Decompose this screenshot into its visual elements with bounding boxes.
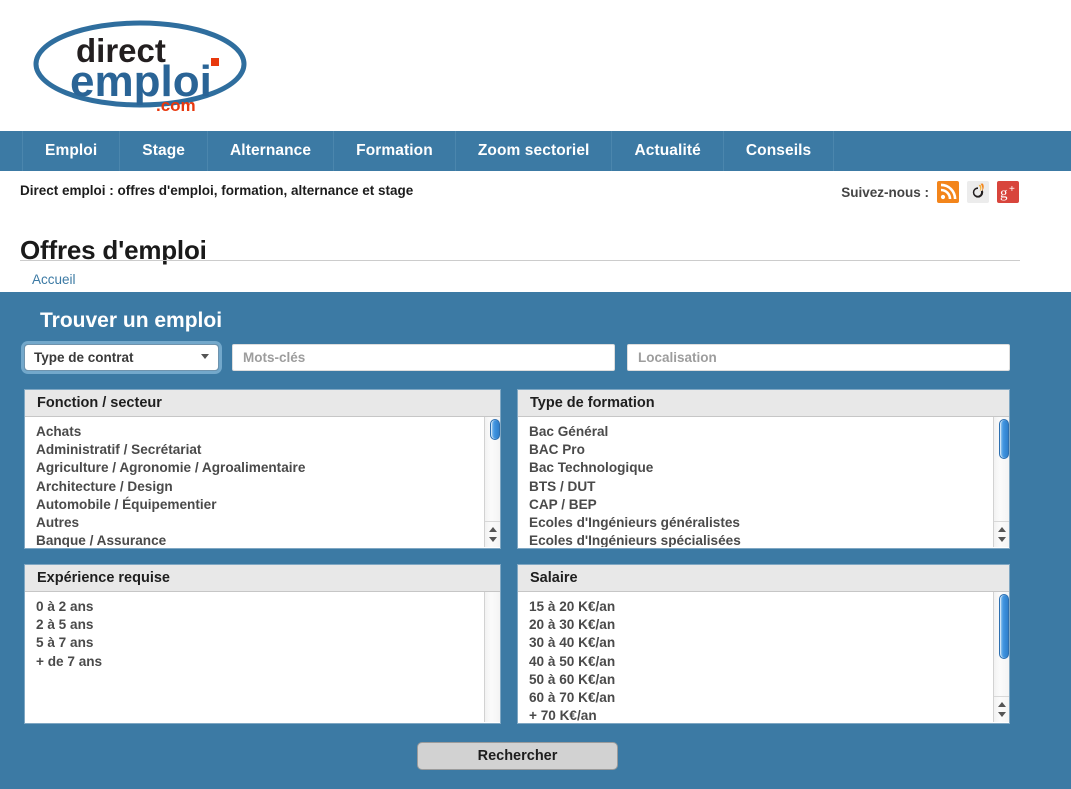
filter-box-body: 0 à 2 ans 2 à 5 ans 5 à 7 ans + de 7 ans (25, 592, 500, 722)
rss-icon[interactable] (937, 181, 959, 203)
list-option[interactable]: 2 à 5 ans (36, 616, 482, 634)
scrollbar-buttons[interactable] (485, 521, 500, 547)
nav-item-alternance[interactable]: Alternance (208, 131, 335, 171)
filter-box-fonction-secteur: Fonction / secteur Achats Administratif /… (24, 389, 501, 549)
list-option[interactable]: CAP / BEP (529, 496, 991, 514)
contract-type-select-wrapper: Type de contratCDICDDStageAlternanceInté… (24, 344, 219, 371)
scroll-up-arrow-icon[interactable] (488, 527, 497, 532)
nav-item-stage[interactable]: Stage (120, 131, 208, 171)
option-list-type-de-formation[interactable]: Bac Général BAC Pro Bac Technologique BTS /… (518, 423, 991, 547)
scroll-up-arrow-icon[interactable] (997, 527, 1006, 532)
filter-box-experience-requise: Expérience requise 0 à 2 ans 2 à 5 ans 5 à… (24, 564, 501, 724)
google-plus-icon[interactable]: g + (997, 181, 1019, 203)
main-navigation: Emploi Stage Alternance Formation Zoom s… (0, 131, 1071, 171)
nav-item-actualite[interactable]: Actualité (612, 131, 724, 171)
list-option[interactable]: BAC Pro (529, 441, 991, 459)
svg-text:+: + (1009, 184, 1015, 195)
scrollbar-buttons[interactable] (994, 521, 1009, 547)
nav-item-conseils[interactable]: Conseils (724, 131, 835, 171)
site-header: direct emploi .com (0, 0, 1071, 131)
option-list-experience-requise[interactable]: 0 à 2 ans 2 à 5 ans 5 à 7 ans + de 7 ans (25, 598, 482, 671)
scrollbar-buttons[interactable] (994, 696, 1009, 722)
logo-tld: .com (156, 96, 196, 114)
filter-box-title: Type de formation (518, 390, 1009, 417)
option-list-fonction-secteur[interactable]: Achats Administratif / Secrétariat Agricul… (25, 423, 482, 547)
search-panel-heading: Trouver un emploi (40, 309, 223, 332)
svg-text:g: g (1000, 186, 1008, 202)
scrollbar-experience-requise[interactable] (484, 592, 500, 722)
list-option[interactable]: Achats (36, 423, 482, 441)
scrollbar-track[interactable] (996, 417, 1009, 521)
filter-box-salaire: Salaire 15 à 20 K€/an 20 à 30 K€/an 30 à 4… (517, 564, 1010, 724)
list-option[interactable]: 20 à 30 K€/an (529, 616, 991, 634)
list-option[interactable]: + 70 K€/an (529, 707, 991, 722)
site-tagline: Direct emploi : offres d'emploi, formati… (20, 183, 414, 198)
viadeo-icon[interactable] (967, 181, 989, 203)
filter-box-type-de-formation: Type de formation Bac Général BAC Pro Bac … (517, 389, 1010, 549)
breadcrumb-accueil[interactable]: Accueil (32, 272, 76, 287)
scrollbar-thumb[interactable] (999, 594, 1009, 659)
title-divider (20, 260, 1020, 261)
logo-dot (211, 58, 219, 66)
logo-svg: direct emploi .com (33, 20, 247, 114)
list-option[interactable]: 30 à 40 K€/an (529, 634, 991, 652)
list-option[interactable]: Bac Général (529, 423, 991, 441)
site-logo[interactable]: direct emploi .com (28, 14, 260, 114)
scroll-down-arrow-icon[interactable] (997, 712, 1006, 717)
nav-item-zoom-sectoriel[interactable]: Zoom sectoriel (456, 131, 613, 171)
scroll-down-arrow-icon[interactable] (488, 537, 497, 542)
google-plus-icon-glyph: g + (1000, 184, 1015, 202)
viadeo-icon-glyph (972, 183, 984, 198)
list-option[interactable]: + de 7 ans (36, 653, 482, 671)
scrollbar-thumb[interactable] (490, 419, 500, 440)
follow-us-label: Suivez-nous : (841, 184, 929, 200)
list-option[interactable]: 50 à 60 K€/an (529, 671, 991, 689)
scrollbar-track[interactable] (996, 592, 1009, 696)
list-option[interactable]: Administratif / Secrétariat (36, 441, 482, 459)
filter-box-body: Bac Général BAC Pro Bac Technologique BTS /… (518, 417, 1009, 547)
page-title: Offres d'emploi (20, 235, 207, 266)
filter-box-body: Achats Administratif / Secrétariat Agricul… (25, 417, 500, 547)
list-option[interactable]: 60 à 70 K€/an (529, 689, 991, 707)
list-option[interactable]: Bac Technologique (529, 459, 991, 477)
scrollbar-fonction-secteur[interactable] (484, 417, 500, 547)
tagline-bar: Direct emploi : offres d'emploi, formati… (0, 171, 1071, 213)
rss-icon-glyph (940, 183, 957, 200)
list-option[interactable]: 15 à 20 K€/an (529, 598, 991, 616)
filter-box-body: 15 à 20 K€/an 20 à 30 K€/an 30 à 40 K€/an 4… (518, 592, 1009, 722)
search-controls-row: Type de contratCDICDDStageAlternanceInté… (0, 344, 1071, 374)
location-input[interactable] (627, 344, 1010, 371)
filter-box-title: Expérience requise (25, 565, 500, 592)
scrollbar-thumb[interactable] (999, 419, 1009, 459)
list-option[interactable]: Architecture / Design (36, 478, 482, 496)
scrollbar-track[interactable] (487, 592, 498, 696)
contract-type-select[interactable]: Type de contratCDICDDStageAlternanceInté… (24, 344, 219, 371)
filter-box-title: Fonction / secteur (25, 390, 500, 417)
search-submit-button[interactable]: Rechercher (417, 742, 618, 770)
list-option[interactable]: BTS / DUT (529, 478, 991, 496)
list-option[interactable]: Ecoles d'Ingénieurs spécialisées (529, 532, 991, 547)
option-list-salaire[interactable]: 15 à 20 K€/an 20 à 30 K€/an 30 à 40 K€/an 4… (518, 598, 991, 722)
list-option[interactable]: Automobile / Équipementier (36, 496, 482, 514)
scrollbar-salaire[interactable] (993, 592, 1009, 722)
job-search-panel: Trouver un emploi Type de contratCDICDDS… (0, 292, 1071, 789)
scroll-down-arrow-icon[interactable] (997, 537, 1006, 542)
nav-item-emploi[interactable]: Emploi (22, 131, 121, 171)
filter-box-title: Salaire (518, 565, 1009, 592)
list-option[interactable]: Autres (36, 514, 482, 532)
list-option[interactable]: Banque / Assurance (36, 532, 482, 547)
follow-us-group: Suivez-nous : g + (841, 181, 1019, 203)
scrollbar-track[interactable] (487, 417, 500, 521)
nav-item-formation[interactable]: Formation (334, 131, 456, 171)
page-root: direct emploi .com Emploi Stage Alternan… (0, 0, 1071, 789)
scroll-up-arrow-icon[interactable] (997, 702, 1006, 707)
keywords-input[interactable] (232, 344, 615, 371)
list-option[interactable]: Ecoles d'Ingénieurs généralistes (529, 514, 991, 532)
list-option[interactable]: 0 à 2 ans (36, 598, 482, 616)
scrollbar-type-de-formation[interactable] (993, 417, 1009, 547)
list-option[interactable]: 5 à 7 ans (36, 634, 482, 652)
list-option[interactable]: Agriculture / Agronomie / Agroalimentair… (36, 459, 482, 477)
list-option[interactable]: 40 à 50 K€/an (529, 653, 991, 671)
